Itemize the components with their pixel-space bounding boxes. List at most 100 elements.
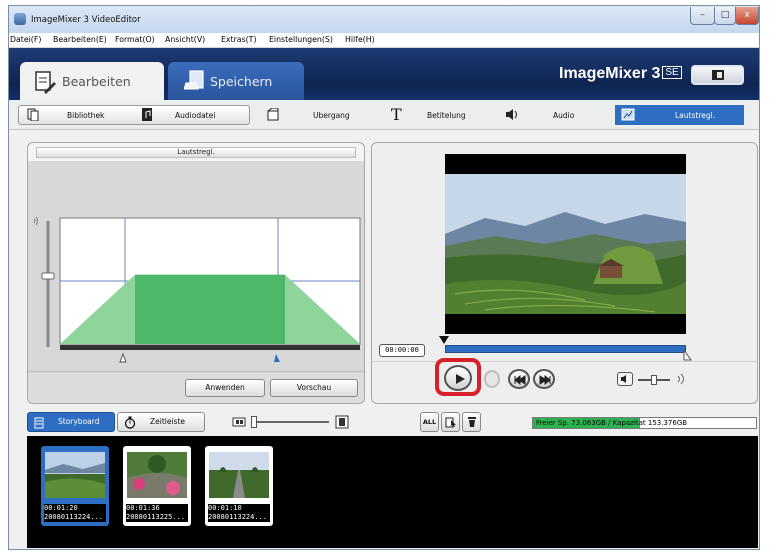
free-space-text: Freier Sp. 73.063GB / Kapazitat 153.376G…: [536, 419, 688, 427]
menu-settings[interactable]: Einstellungen(S): [269, 35, 333, 44]
clip-caption: 00:01:36 20080113225...: [126, 504, 188, 522]
clip-image-graphic: [45, 452, 105, 498]
video-preview: [445, 154, 686, 334]
audio-button[interactable]: Audio: [499, 105, 615, 125]
skip-back-button[interactable]: [508, 369, 530, 389]
apply-button[interactable]: Anwenden: [185, 379, 265, 397]
clip-image: [209, 452, 269, 498]
clip-image: [45, 452, 105, 498]
tab-edit-label: Bearbeiten: [62, 74, 131, 89]
library-button[interactable]: Bibliothek: [19, 105, 129, 125]
clip-image-graphic: [127, 452, 187, 498]
tab-save[interactable]: Speichern: [168, 62, 304, 100]
volume-label: Lautstregl.: [675, 111, 716, 120]
tab-timeline[interactable]: Zeitleiste: [117, 412, 205, 432]
window-title: ImageMixer 3 VideoEditor: [31, 15, 141, 25]
clip-image-graphic: [209, 452, 269, 498]
menu-format[interactable]: Format(O): [115, 35, 155, 44]
clip-name: 20080113224...: [208, 513, 268, 521]
clip-thumbnail[interactable]: 00:01:36 20080113225...: [123, 446, 191, 526]
storyboard-toolbar: Storyboard Zeitleiste ALL Freier Sp. 73.…: [27, 412, 758, 434]
audiofile-button[interactable]: Audiodatei: [133, 105, 249, 125]
minimize-button[interactable]: –: [690, 7, 715, 25]
properties-button[interactable]: [441, 412, 460, 432]
close-button[interactable]: x: [735, 7, 759, 25]
clip-caption: 00:01:20 20080113224...: [44, 504, 106, 522]
title-bar: ImageMixer 3 VideoEditor – □ x: [9, 6, 759, 33]
volume-envelope-graph[interactable]: [28, 161, 364, 371]
menu-file[interactable]: Datei(F): [10, 35, 41, 44]
clip-name: 20080113225...: [126, 513, 186, 521]
storyboard-area: 00:01:20 20080113224... 00:01:36 200801132…: [27, 436, 758, 548]
fade-out-marker[interactable]: [274, 354, 280, 362]
skip-forward-button[interactable]: [533, 369, 555, 389]
play-button[interactable]: [444, 365, 472, 391]
speaker-icon: [506, 109, 517, 120]
menu-view[interactable]: Ansicht(V): [165, 35, 205, 44]
menu-tools[interactable]: Extras(T): [221, 35, 257, 44]
maximize-button[interactable]: □: [714, 7, 736, 25]
player-volume-thumb[interactable]: [651, 375, 657, 385]
app-icon: [14, 13, 26, 25]
tab-edit[interactable]: Bearbeiten: [20, 62, 164, 100]
clip-image: [127, 452, 187, 498]
stopwatch-icon: [124, 416, 136, 429]
seek-bar[interactable]: [445, 345, 686, 353]
titling-icon: T: [391, 105, 402, 124]
transition-icon: [267, 108, 279, 121]
volume-indicator-icon: [33, 216, 38, 226]
preview-button[interactable]: Vorschau: [270, 379, 358, 397]
zoom-slider[interactable]: [251, 416, 329, 428]
page: ImageMixer 3 VideoEditor – □ x Datei(F) …: [0, 0, 769, 555]
zoom-out-icon: [232, 417, 246, 427]
controls-separator: [372, 361, 757, 362]
zoom-slider-thumb[interactable]: [251, 416, 257, 428]
skip-forward-icon: [539, 375, 551, 385]
tab-storyboard[interactable]: Storyboard: [27, 412, 115, 432]
seek-end-marker: [683, 349, 692, 361]
audiofile-label: Audiodatei: [175, 111, 216, 120]
menu-help[interactable]: Hilfe(H): [345, 35, 375, 44]
effect-toolbar: Bibliothek Audiodatei Ubergang T Betitel…: [9, 100, 759, 130]
audio-label: Audio: [553, 111, 575, 120]
preview-panel: 00:00:00: [371, 142, 758, 404]
save-document-icon: [184, 70, 204, 90]
envelope-baseline: [60, 345, 360, 350]
app-window: ImageMixer 3 VideoEditor – □ x Datei(F) …: [8, 5, 760, 550]
audio-file-icon: [142, 108, 152, 121]
playhead-marker[interactable]: [438, 335, 450, 345]
menu-edit[interactable]: Bearbeiten(E): [53, 35, 107, 44]
volume-loud-icon: [677, 373, 684, 385]
tab-storyboard-label: Storyboard: [58, 417, 100, 426]
mute-button[interactable]: [617, 372, 633, 386]
clip-duration: 00:01:10: [208, 504, 242, 512]
layout-icon: [712, 70, 724, 80]
clip-thumbnail[interactable]: 00:01:10 20080113224...: [205, 446, 273, 526]
player-volume-slider[interactable]: [638, 375, 670, 385]
titling-button[interactable]: T Betitelung: [383, 105, 499, 125]
titling-label: Betitelung: [427, 111, 466, 120]
layout-toggle-button[interactable]: [691, 65, 744, 85]
clip-thumbnail[interactable]: 00:01:20 20080113224...: [41, 446, 109, 526]
fade-in-marker[interactable]: [119, 352, 127, 363]
volume-button[interactable]: Lautstregl.: [615, 105, 744, 125]
delete-button[interactable]: [462, 412, 481, 432]
select-all-button[interactable]: ALL: [420, 412, 439, 432]
volume-panel-title: Lautstregl.: [36, 147, 356, 158]
brand-logo: ImageMixer 3 SE: [559, 65, 682, 83]
edit-document-icon: [35, 71, 56, 94]
zoom-in-icon: [335, 415, 349, 429]
stop-button[interactable]: [484, 370, 500, 388]
transition-button[interactable]: Ubergang: [259, 105, 377, 125]
storyboard-icon: [34, 417, 44, 429]
trash-icon: [468, 417, 476, 427]
volume-slider-thumb[interactable]: [41, 272, 55, 280]
clip-duration: 00:01:20: [44, 504, 78, 512]
library-label: Bibliothek: [67, 111, 105, 120]
volume-panel-footer: Anwenden Vorschau: [28, 371, 364, 403]
menu-bar: Datei(F) Bearbeiten(E) Format(O) Ansicht…: [9, 33, 759, 48]
clip-name: 20080113224...: [44, 513, 104, 521]
tab-save-label: Speichern: [210, 74, 273, 89]
edit-pointer-icon: [445, 417, 456, 428]
tab-timeline-label: Zeitleiste: [150, 417, 186, 426]
